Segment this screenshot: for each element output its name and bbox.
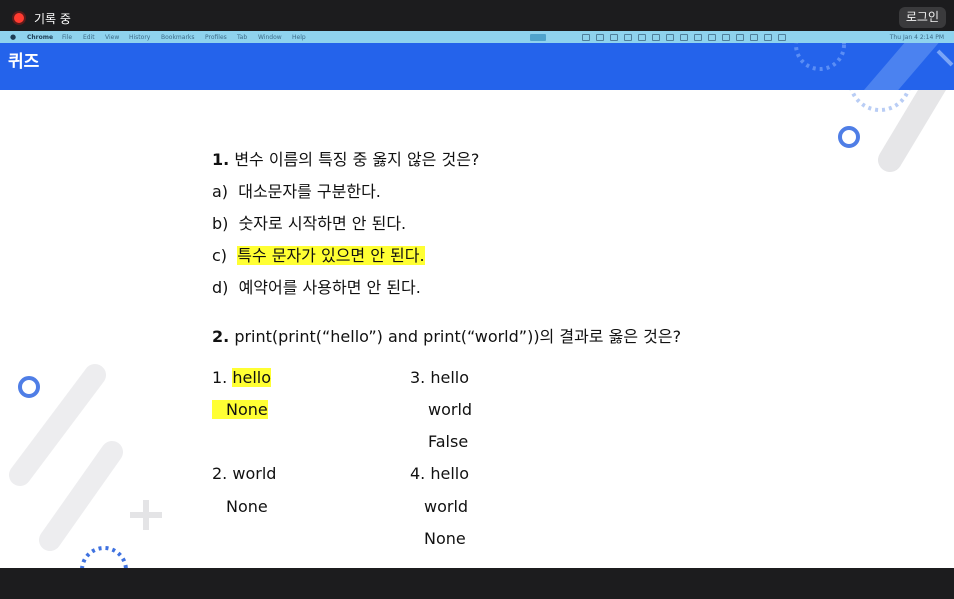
menu-edit[interactable]: Edit xyxy=(83,34,95,41)
option-text: 예약어를 사용하면 안 된다. xyxy=(238,278,421,297)
q1-option-c: c) 특수 문자가 있으면 안 된다. xyxy=(212,242,425,266)
q2-choice-3: 3. hello xyxy=(410,368,469,387)
battery-icon[interactable] xyxy=(736,33,744,41)
slide-header: 퀴즈 xyxy=(0,43,954,90)
bottom-bar xyxy=(0,568,954,599)
option-text-highlighted: 특수 문자가 있으면 안 된다. xyxy=(237,246,425,265)
option-text: 숫자로 시작하면 안 된다. xyxy=(238,214,407,233)
question-1: 1. 변수 이름의 특징 중 옳지 않은 것은? xyxy=(212,146,479,170)
choice-label: 3. xyxy=(410,368,426,387)
q2-choice-1: 1. hello xyxy=(212,368,272,387)
input-source-icon[interactable] xyxy=(722,33,730,41)
search-icon[interactable] xyxy=(764,33,772,41)
status-icons xyxy=(530,32,786,42)
recording-bar: 기록 중 로그인 xyxy=(0,0,954,31)
menu-history[interactable]: History xyxy=(129,34,150,41)
status-icon[interactable] xyxy=(680,33,688,41)
option-letter: c) xyxy=(212,246,228,265)
choice-line: None xyxy=(226,497,268,516)
wifi-icon[interactable] xyxy=(750,33,758,41)
option-letter: d) xyxy=(212,278,229,297)
status-icon[interactable] xyxy=(638,33,646,41)
mac-menubar: ● Chrome File Edit View History Bookmark… xyxy=(0,31,954,43)
choice-line: world xyxy=(428,400,473,419)
question-2: 2. print(print(“hello”) and print(“world… xyxy=(212,323,681,347)
menu-app[interactable]: Chrome xyxy=(27,34,53,41)
choice-line: hello xyxy=(232,368,272,387)
q1-option-b: b) 숫자로 시작하면 안 된다. xyxy=(212,210,406,234)
choice-label: 4. xyxy=(410,464,426,483)
choice-label: 2. xyxy=(212,464,228,483)
apple-icon[interactable]: ● xyxy=(10,33,16,41)
status-icon[interactable] xyxy=(624,33,632,41)
question-1-number: 1. xyxy=(212,150,230,169)
q2-choice-4: 4. hello xyxy=(410,464,469,483)
option-text: 대소문자를 구분한다. xyxy=(238,182,381,201)
menu-bookmarks[interactable]: Bookmarks xyxy=(161,34,195,41)
choice-line: False xyxy=(428,432,469,451)
choice-line: None xyxy=(424,529,466,548)
choice-line: world xyxy=(232,464,277,483)
menu-tab[interactable]: Tab xyxy=(237,34,247,41)
status-icon[interactable] xyxy=(610,33,618,41)
q2-choice-2: 2. world xyxy=(212,464,276,483)
status-icon[interactable] xyxy=(652,33,660,41)
menubar-clock[interactable]: Thu Jan 4 2:14 PM xyxy=(890,34,944,41)
q1-option-d: d) 예약어를 사용하면 안 된다. xyxy=(212,274,421,298)
slide-content: 1. 변수 이름의 특징 중 옳지 않은 것은? a) 대소문자를 구분한다. … xyxy=(0,90,954,568)
menu-view[interactable]: View xyxy=(105,34,119,41)
screen-record-icon[interactable] xyxy=(530,33,546,41)
choice-line: None xyxy=(212,400,268,419)
choice-label: 1. xyxy=(212,368,228,387)
option-letter: a) xyxy=(212,182,229,201)
menu-profiles[interactable]: Profiles xyxy=(205,34,227,41)
record-icon xyxy=(12,11,26,25)
question-2-number: 2. xyxy=(212,327,230,346)
recording-label: 기록 중 xyxy=(34,12,71,26)
choice-line: hello xyxy=(430,368,470,387)
choice-line: world xyxy=(424,497,469,516)
status-icon[interactable] xyxy=(694,33,702,41)
menu-window[interactable]: Window xyxy=(258,34,282,41)
question-2-text: print(print(“hello”) and print(“world”))… xyxy=(234,327,682,346)
control-center-icon[interactable] xyxy=(778,33,786,41)
menu-help[interactable]: Help xyxy=(292,34,306,41)
menu-file[interactable]: File xyxy=(62,34,72,41)
status-icon[interactable] xyxy=(666,33,674,41)
q1-option-a: a) 대소문자를 구분한다. xyxy=(212,178,381,202)
question-1-text: 변수 이름의 특징 중 옳지 않은 것은? xyxy=(234,150,480,169)
status-icon[interactable] xyxy=(582,33,590,41)
login-button[interactable]: 로그인 xyxy=(898,7,946,28)
option-letter: b) xyxy=(212,214,229,233)
q2-choice-1-line2: None xyxy=(212,400,268,419)
choice-line: hello xyxy=(430,464,470,483)
dropbox-icon[interactable] xyxy=(596,33,604,41)
moon-icon[interactable] xyxy=(708,33,716,41)
header-decoration xyxy=(794,43,954,90)
